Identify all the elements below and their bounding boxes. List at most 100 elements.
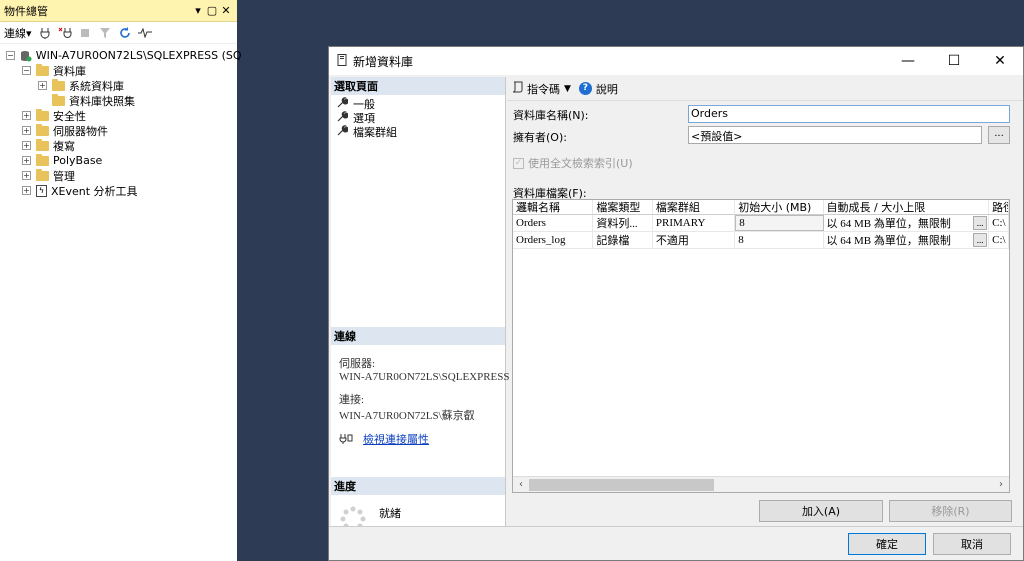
scrollbar-thumb[interactable] bbox=[529, 479, 714, 491]
cell-text: C:\ bbox=[992, 217, 1006, 229]
remove-button[interactable]: 移除(R) bbox=[889, 500, 1012, 522]
tree-node[interactable]: − 資料庫 bbox=[0, 63, 237, 78]
fulltext-checkbox[interactable]: ✓ 使用全文檢索索引(U) bbox=[513, 155, 633, 171]
wrench-icon bbox=[337, 125, 349, 139]
page-item[interactable]: 檔案群組 bbox=[331, 125, 505, 139]
chevron-down-icon[interactable]: ▼ bbox=[564, 84, 571, 94]
tree-node[interactable]: + ϟ XEvent 分析工具 bbox=[0, 183, 237, 198]
scroll-left-icon[interactable]: ‹ bbox=[513, 479, 529, 490]
tree-node[interactable]: + 管理 bbox=[0, 168, 237, 183]
table-cell[interactable]: Orders_log bbox=[513, 232, 594, 248]
object-explorer-titlebar: 物件總管 ▾ ▢ ✕ bbox=[0, 0, 237, 22]
folder-icon bbox=[52, 78, 65, 91]
help-icon[interactable]: ? bbox=[578, 82, 592, 95]
table-cell[interactable]: 以 64 MB 為單位，無限制... bbox=[824, 215, 990, 231]
minimize-button[interactable]: — bbox=[885, 47, 931, 75]
float-window-icon[interactable]: ▢ bbox=[205, 4, 219, 17]
cell-text: 8 bbox=[739, 217, 745, 229]
database-name-label: 資料庫名稱(N): bbox=[513, 109, 589, 122]
table-cell[interactable]: 8 bbox=[735, 232, 824, 248]
filter-icon[interactable] bbox=[98, 26, 112, 40]
refresh-icon[interactable] bbox=[118, 26, 132, 40]
progress-header: 進度 bbox=[331, 477, 505, 495]
xevent-icon: ϟ bbox=[36, 184, 47, 197]
database-files-grid[interactable]: 邏輯名稱檔案類型檔案群組初始大小 (MB)自動成長 / 大小上限路徑 Order… bbox=[512, 199, 1010, 493]
stop-icon[interactable] bbox=[78, 26, 92, 40]
grid-header-row: 邏輯名稱檔案類型檔案群組初始大小 (MB)自動成長 / 大小上限路徑 bbox=[513, 200, 1009, 215]
owner-browse-button[interactable]: ... bbox=[988, 126, 1010, 144]
tree-node-label: 資料庫 bbox=[53, 64, 86, 78]
owner-label: 擁有者(O): bbox=[513, 131, 567, 144]
column-header[interactable]: 路徑 bbox=[989, 200, 1009, 214]
owner-input[interactable]: <預設值> bbox=[688, 126, 982, 144]
tree-node[interactable]: + 安全性 bbox=[0, 108, 237, 123]
add-button[interactable]: 加入(A) bbox=[759, 500, 883, 522]
connection-header: 連線 bbox=[331, 327, 505, 345]
table-cell[interactable]: 8 bbox=[735, 215, 824, 231]
horizontal-scrollbar[interactable]: ‹ › bbox=[513, 476, 1009, 492]
column-header[interactable]: 邏輯名稱 bbox=[513, 200, 594, 214]
wrench-icon bbox=[337, 97, 349, 111]
column-header[interactable]: 檔案群組 bbox=[653, 200, 736, 214]
tree-node[interactable]: + PolyBase bbox=[0, 153, 237, 168]
column-header[interactable]: 自動成長 / 大小上限 bbox=[824, 200, 990, 214]
expand-icon[interactable]: + bbox=[22, 171, 31, 180]
autogrowth-browse-button[interactable]: ... bbox=[973, 233, 988, 247]
expand-icon[interactable]: + bbox=[22, 126, 31, 135]
folder-icon bbox=[36, 108, 49, 121]
script-button[interactable]: 指令碼 bbox=[527, 81, 560, 97]
table-cell[interactable]: 資料列... bbox=[593, 215, 653, 231]
ok-button[interactable]: 確定 bbox=[848, 533, 926, 555]
page-item[interactable]: 選項 bbox=[331, 111, 505, 125]
disconnect-icon[interactable] bbox=[58, 26, 72, 40]
tree-node[interactable]: − WIN-A7UR0ON72LS\SQLEXPRESS (SQ bbox=[0, 48, 242, 63]
connection-label: 連接: bbox=[339, 394, 365, 406]
table-cell[interactable]: 以 64 MB 為單位，無限制... bbox=[824, 232, 990, 248]
tree-node-label: XEvent 分析工具 bbox=[51, 184, 138, 198]
spacer bbox=[38, 96, 47, 105]
maximize-button[interactable]: ☐ bbox=[931, 47, 977, 75]
page-item[interactable]: 一般 bbox=[331, 97, 505, 111]
close-button[interactable]: ✕ bbox=[977, 47, 1023, 75]
table-cell[interactable]: C:\ bbox=[989, 215, 1009, 231]
scroll-right-icon[interactable]: › bbox=[993, 479, 1009, 490]
connect-plug-icon[interactable] bbox=[38, 26, 52, 40]
cell-text: 以 64 MB 為單位，無限制 bbox=[826, 235, 951, 247]
expand-icon[interactable]: + bbox=[22, 141, 31, 150]
database-name-input[interactable]: Orders bbox=[688, 105, 1010, 123]
table-row[interactable]: Orders 資料列... PRIMARY 8 以 64 MB 為單位，無限制... C:… bbox=[513, 215, 1009, 232]
tree-node-label: 複寫 bbox=[53, 139, 75, 153]
column-header[interactable]: 檔案類型 bbox=[593, 200, 653, 214]
autogrowth-browse-button[interactable]: ... bbox=[973, 216, 988, 230]
table-row[interactable]: Orders_log 記錄檔 不適用 8 以 64 MB 為單位，無限制... C:\ bbox=[513, 232, 1009, 249]
tree-node[interactable]: 資料庫快照集 bbox=[0, 93, 237, 108]
tree-node-label: 資料庫快照集 bbox=[69, 94, 135, 108]
page-item-label: 檔案群組 bbox=[353, 126, 397, 139]
expand-icon[interactable]: + bbox=[22, 186, 31, 195]
table-cell[interactable]: C:\ bbox=[989, 232, 1009, 248]
expand-icon[interactable]: + bbox=[38, 81, 47, 90]
object-explorer-panel: 物件總管 ▾ ▢ ✕ 連線▾ − WIN-A7UR0ON72LS\SQLEXPRE… bbox=[0, 0, 242, 561]
column-header[interactable]: 初始大小 (MB) bbox=[735, 200, 824, 214]
cell-text: 8 bbox=[738, 234, 744, 246]
connect-button[interactable]: 連線▾ bbox=[4, 25, 32, 41]
activity-monitor-icon[interactable] bbox=[137, 26, 152, 40]
help-button[interactable]: 說明 bbox=[596, 81, 618, 97]
collapse-icon[interactable]: − bbox=[22, 66, 31, 75]
dropdown-icon[interactable]: ▾ bbox=[191, 4, 205, 17]
table-cell[interactable]: 記錄檔 bbox=[593, 232, 653, 248]
view-connection-properties-link[interactable]: 檢視連接屬性 bbox=[363, 431, 429, 447]
tree-node[interactable]: + 複寫 bbox=[0, 138, 237, 153]
collapse-icon[interactable]: − bbox=[6, 51, 15, 60]
checkbox-icon[interactable]: ✓ bbox=[513, 157, 524, 169]
cancel-button[interactable]: 取消 bbox=[933, 533, 1011, 555]
tree-node[interactable]: + 系統資料庫 bbox=[0, 78, 237, 93]
table-cell[interactable]: PRIMARY bbox=[653, 215, 736, 231]
expand-icon[interactable]: + bbox=[22, 111, 31, 120]
expand-icon[interactable]: + bbox=[22, 156, 31, 165]
tree-node[interactable]: + 伺服器物件 bbox=[0, 123, 237, 138]
cell-text: 資料列... bbox=[596, 218, 638, 230]
table-cell[interactable]: Orders bbox=[513, 215, 594, 231]
table-cell[interactable]: 不適用 bbox=[653, 232, 736, 248]
close-icon[interactable]: ✕ bbox=[219, 4, 233, 17]
